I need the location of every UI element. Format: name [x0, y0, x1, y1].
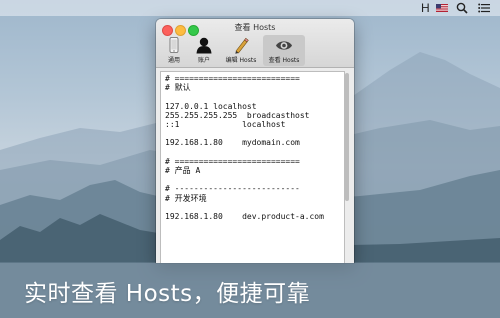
list-icon[interactable]	[478, 3, 490, 13]
search-icon[interactable]	[456, 2, 468, 14]
user-icon	[196, 37, 212, 54]
pencil-icon	[235, 37, 249, 54]
tab-edit-hosts[interactable]: 编辑 Hosts	[220, 35, 262, 66]
us-flag-icon[interactable]	[436, 4, 448, 12]
input-method-indicator[interactable]: H	[421, 1, 430, 15]
hosts-content: # ========================== # 默认 127.0.…	[165, 74, 324, 222]
tab-view-hosts-label: 查看 Hosts	[268, 57, 300, 64]
tab-account[interactable]: 账户	[189, 35, 219, 66]
hosts-text-view[interactable]: # ========================== # 默认 127.0.…	[160, 71, 345, 263]
scrollbar[interactable]	[345, 73, 349, 201]
tab-edit-hosts-label: 编辑 Hosts	[225, 57, 257, 64]
tab-view-hosts[interactable]: 查看 Hosts	[263, 35, 305, 66]
banner-text: 实时查看 Hosts，便捷可靠	[24, 281, 311, 307]
eye-icon	[276, 41, 292, 50]
window-title: 查看 Hosts	[234, 23, 276, 32]
menu-bar: H	[0, 0, 500, 16]
tab-general-label: 通用	[167, 57, 180, 64]
window-titlebar[interactable]: 查看 Hosts 通用 账户 编辑 Hosts 查看 Hosts	[156, 19, 354, 68]
hosts-window: 查看 Hosts 通用 账户 编辑 Hosts 查看 Hosts # =====…	[156, 19, 354, 263]
tab-account-label: 账户	[197, 57, 210, 64]
promo-banner: 实时查看 Hosts，便捷可靠	[0, 263, 500, 318]
phone-icon	[169, 37, 179, 53]
tab-general[interactable]: 通用	[159, 35, 189, 66]
